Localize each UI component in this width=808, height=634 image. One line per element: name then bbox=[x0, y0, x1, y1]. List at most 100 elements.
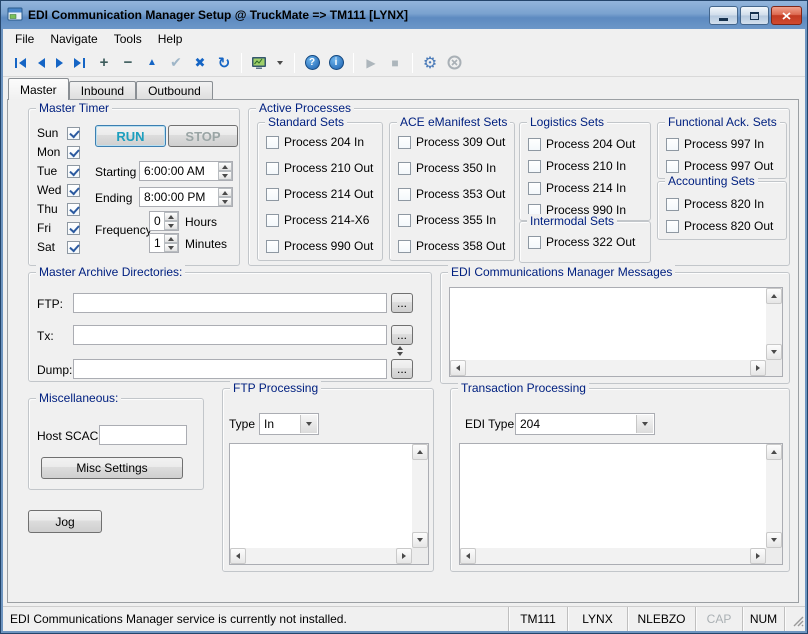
menu-file[interactable]: File bbox=[7, 30, 42, 48]
spin-up-button[interactable] bbox=[164, 212, 178, 221]
dump-directory-input[interactable] bbox=[73, 359, 387, 379]
day-mon-checkbox[interactable] bbox=[67, 146, 80, 159]
toolbar-monitor-dropdown[interactable] bbox=[272, 51, 288, 75]
browse-button[interactable]: ... bbox=[391, 293, 413, 313]
ftp-directory-input[interactable] bbox=[73, 293, 387, 313]
toolbar-prior-button[interactable] bbox=[33, 51, 49, 75]
toolbar-info-button[interactable]: i bbox=[325, 51, 347, 75]
toolbar-first-button[interactable] bbox=[9, 51, 31, 75]
process-label[interactable]: Process 309 Out bbox=[416, 135, 505, 149]
process-label[interactable]: Process 350 In bbox=[416, 161, 496, 175]
process-350-in-checkbox[interactable] bbox=[398, 162, 411, 175]
day-sun-checkbox[interactable] bbox=[67, 127, 80, 140]
title-bar[interactable]: EDI Communication Manager Setup @ TruckM… bbox=[1, 1, 807, 29]
host-scac-input[interactable] bbox=[99, 425, 187, 445]
combo-dropdown-button[interactable] bbox=[636, 415, 653, 433]
toolbar-edit-button[interactable]: ▲ bbox=[141, 51, 163, 75]
toolbar-monitor-button[interactable] bbox=[248, 51, 270, 75]
process-label[interactable]: Process 353 Out bbox=[416, 187, 505, 201]
process-label[interactable]: Process 214 Out bbox=[284, 187, 373, 201]
spin-up-button[interactable] bbox=[218, 162, 232, 171]
scroll-up-button[interactable] bbox=[412, 444, 428, 460]
browse-button[interactable]: ... bbox=[391, 325, 413, 345]
toolbar-cancel-button[interactable]: ✖ bbox=[189, 51, 211, 75]
starting-time-field[interactable]: 6:00:00 AM bbox=[139, 161, 233, 181]
process-322-out-checkbox[interactable] bbox=[528, 236, 541, 249]
process-353-out-checkbox[interactable] bbox=[398, 188, 411, 201]
process-204-out-checkbox[interactable] bbox=[528, 138, 541, 151]
spin-up-button[interactable] bbox=[218, 188, 232, 197]
spin-down-button[interactable] bbox=[164, 243, 178, 252]
scroll-down-button[interactable] bbox=[766, 532, 782, 548]
horizontal-scrollbar[interactable] bbox=[230, 548, 412, 564]
scroll-left-button[interactable] bbox=[230, 548, 246, 564]
process-label[interactable]: Process 204 In bbox=[284, 135, 364, 149]
process-997-out-checkbox[interactable] bbox=[666, 160, 679, 173]
stop-button[interactable]: STOP bbox=[168, 125, 238, 147]
scroll-down-button[interactable] bbox=[412, 532, 428, 548]
process-label[interactable]: Process 322 Out bbox=[546, 235, 635, 249]
process-label[interactable]: Process 358 Out bbox=[416, 239, 505, 253]
messages-list[interactable] bbox=[449, 287, 783, 377]
toolbar-last-button[interactable] bbox=[69, 51, 91, 75]
spin-down-button[interactable] bbox=[164, 221, 178, 230]
tab-outbound[interactable]: Outbound bbox=[136, 81, 213, 99]
mini-down-button[interactable] bbox=[397, 352, 403, 356]
ftp-processing-list[interactable] bbox=[229, 443, 429, 565]
toolbar-settings-button[interactable]: ⚙ bbox=[419, 51, 441, 75]
process-997-in-checkbox[interactable] bbox=[666, 138, 679, 151]
ending-time-field[interactable]: 8:00:00 PM bbox=[139, 187, 233, 207]
scroll-left-button[interactable] bbox=[460, 548, 476, 564]
spin-up-button[interactable] bbox=[164, 234, 178, 243]
day-fri-checkbox[interactable] bbox=[67, 222, 80, 235]
day-tue-checkbox[interactable] bbox=[67, 165, 80, 178]
process-label[interactable]: Process 990 Out bbox=[284, 239, 373, 253]
process-label[interactable]: Process 204 Out bbox=[546, 137, 635, 151]
scroll-right-button[interactable] bbox=[396, 548, 412, 564]
toolbar-insert-button[interactable]: + bbox=[93, 51, 115, 75]
close-button[interactable] bbox=[771, 6, 802, 25]
day-wed-checkbox[interactable] bbox=[67, 184, 80, 197]
process-214-out-checkbox[interactable] bbox=[266, 188, 279, 201]
edi-type-combo[interactable]: 204 bbox=[515, 413, 655, 435]
process-label[interactable]: Process 210 In bbox=[546, 159, 626, 173]
spin-down-button[interactable] bbox=[218, 171, 232, 180]
vertical-scrollbar[interactable] bbox=[766, 444, 782, 548]
toolbar-next-button[interactable] bbox=[51, 51, 67, 75]
maximize-button[interactable] bbox=[740, 6, 769, 25]
process-label[interactable]: Process 355 In bbox=[416, 213, 496, 227]
process-label[interactable]: Process 997 Out bbox=[684, 159, 773, 173]
frequency-hours-field[interactable]: 0 bbox=[149, 211, 179, 231]
jog-button[interactable]: Jog bbox=[28, 510, 102, 533]
tab-master[interactable]: Master bbox=[8, 78, 69, 100]
combo-dropdown-button[interactable] bbox=[300, 415, 317, 433]
scroll-right-button[interactable] bbox=[750, 360, 766, 376]
process-label[interactable]: Process 820 In bbox=[684, 197, 764, 211]
vertical-scrollbar[interactable] bbox=[766, 288, 782, 360]
process-label[interactable]: Process 214-X6 bbox=[284, 213, 369, 227]
process-204-in-checkbox[interactable] bbox=[266, 136, 279, 149]
process-210-in-checkbox[interactable] bbox=[528, 160, 541, 173]
horizontal-scrollbar[interactable] bbox=[450, 360, 766, 376]
process-309-out-checkbox[interactable] bbox=[398, 136, 411, 149]
toolbar-stop-service-button[interactable]: ■ bbox=[384, 51, 406, 75]
process-990-out-checkbox[interactable] bbox=[266, 240, 279, 253]
run-button[interactable]: RUN bbox=[95, 125, 166, 147]
menu-tools[interactable]: Tools bbox=[106, 30, 150, 48]
process-label[interactable]: Process 210 Out bbox=[284, 161, 373, 175]
frequency-minutes-field[interactable]: 1 bbox=[149, 233, 179, 253]
transaction-processing-list[interactable] bbox=[459, 443, 783, 565]
tab-inbound[interactable]: Inbound bbox=[69, 81, 136, 99]
misc-settings-button[interactable]: Misc Settings bbox=[41, 457, 183, 479]
scroll-down-button[interactable] bbox=[766, 344, 782, 360]
day-thu-checkbox[interactable] bbox=[67, 203, 80, 216]
menu-navigate[interactable]: Navigate bbox=[42, 30, 105, 48]
minimize-button[interactable] bbox=[709, 6, 738, 25]
menu-help[interactable]: Help bbox=[150, 30, 191, 48]
toolbar-delete-button[interactable]: − bbox=[117, 51, 139, 75]
toolbar-help-button[interactable]: ? bbox=[301, 51, 323, 75]
process-355-in-checkbox[interactable] bbox=[398, 214, 411, 227]
process-820-out-checkbox[interactable] bbox=[666, 220, 679, 233]
toolbar-abort-button[interactable] bbox=[443, 51, 465, 75]
toolbar-refresh-button[interactable]: ↻ bbox=[213, 51, 235, 75]
